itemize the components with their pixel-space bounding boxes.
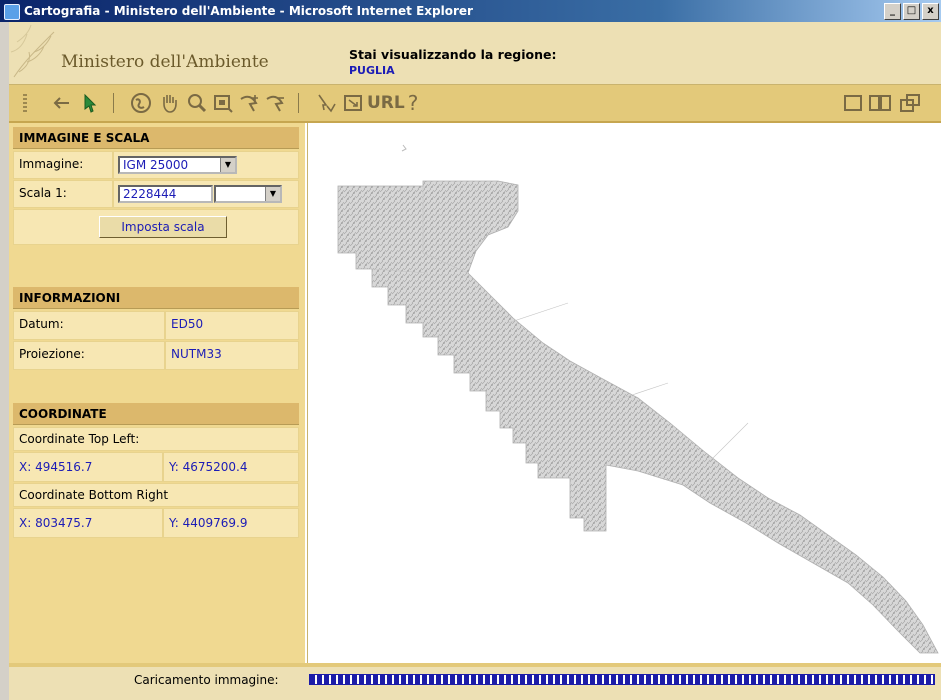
ministry-title: Ministero dell'Ambiente — [61, 52, 269, 72]
projection-label: Proiezione: — [13, 341, 165, 370]
section-header-info: INFORMAZIONI — [13, 287, 299, 309]
datum-value: ED50 — [165, 311, 299, 340]
bottom-right-y: Y: 4409769.9 — [163, 508, 299, 538]
bottom-right-x: X: 803475.7 — [13, 508, 163, 538]
overview-icon[interactable] — [341, 91, 365, 115]
zoom-in-icon[interactable] — [238, 91, 262, 115]
globe-icon[interactable] — [129, 91, 153, 115]
maximize-button[interactable]: □ — [903, 3, 920, 20]
region-label: Stai visualizzando la regione: — [349, 47, 557, 62]
zoom-out-icon[interactable] — [264, 91, 288, 115]
projection-value: NUTM33 — [165, 341, 299, 370]
image-label: Immagine: — [13, 151, 113, 179]
new-window-icon[interactable] — [897, 91, 923, 115]
window-controls: _ □ x — [884, 3, 939, 20]
bottom-right-label: Coordinate Bottom Right — [13, 483, 299, 507]
sidebar-panel: IMMAGINE E SCALA Immagine: IGM 25000 ▼ S… — [9, 123, 305, 663]
set-scale-row: Imposta scala — [13, 209, 299, 245]
url-icon[interactable]: URL — [367, 91, 405, 115]
image-cell: IGM 25000 ▼ — [113, 151, 299, 179]
scale-select[interactable]: ▼ — [214, 185, 282, 203]
grip-icon — [23, 94, 27, 112]
region-shape — [337, 180, 939, 654]
scale-cell: 2228444 ▼ — [113, 180, 299, 208]
toolbar-separator — [298, 93, 299, 113]
scale-input[interactable]: 2228444 — [118, 185, 213, 203]
section-header-image-scale: IMMAGINE E SCALA — [13, 127, 299, 149]
map-view[interactable] — [307, 123, 941, 663]
loading-progress-bar — [309, 674, 935, 685]
status-bar: Caricamento immagine: — [9, 663, 941, 700]
two-page-icon[interactable] — [867, 91, 893, 115]
map-toolbar: URL ? — [9, 85, 941, 123]
set-scale-button[interactable]: Imposta scala — [99, 216, 227, 238]
pan-hand-icon[interactable] — [157, 91, 181, 115]
identify-icon[interactable] — [314, 91, 338, 115]
zoom-window-icon[interactable] — [211, 91, 235, 115]
leaf-decoration-icon — [10, 24, 55, 78]
window-title: Cartografia - Ministero dell'Ambiente - … — [24, 4, 473, 18]
scale-label: Scala 1: — [13, 180, 113, 208]
single-page-icon[interactable] — [841, 91, 865, 115]
page-header: Ministero dell'Ambiente Stai visualizzan… — [9, 22, 941, 85]
loading-label: Caricamento immagine: — [134, 673, 279, 687]
image-select-value: IGM 25000 — [123, 158, 189, 172]
help-icon[interactable]: ? — [401, 91, 425, 115]
back-arrow-icon[interactable] — [49, 91, 73, 115]
island-mark — [401, 144, 407, 152]
page-frame: Ministero dell'Ambiente Stai visualizzan… — [9, 22, 941, 700]
region-name: PUGLIA — [349, 64, 395, 77]
internet-explorer-icon — [4, 4, 20, 20]
datum-label: Datum: — [13, 311, 165, 340]
toolbar-separator — [113, 93, 114, 113]
close-button[interactable]: x — [922, 3, 939, 20]
chevron-down-icon[interactable]: ▼ — [265, 187, 280, 201]
section-header-coords: COORDINATE — [13, 403, 299, 425]
minimize-button[interactable]: _ — [884, 3, 901, 20]
puglia-region-map[interactable] — [308, 123, 941, 663]
top-left-label: Coordinate Top Left: — [13, 427, 299, 451]
image-select[interactable]: IGM 25000 ▼ — [118, 156, 237, 174]
zoom-icon[interactable] — [185, 91, 209, 115]
top-left-x: X: 494516.7 — [13, 452, 163, 482]
window-titlebar: Cartografia - Ministero dell'Ambiente - … — [0, 0, 941, 22]
top-left-y: Y: 4675200.4 — [163, 452, 299, 482]
chevron-down-icon[interactable]: ▼ — [220, 158, 235, 172]
pointer-icon[interactable] — [79, 91, 103, 115]
